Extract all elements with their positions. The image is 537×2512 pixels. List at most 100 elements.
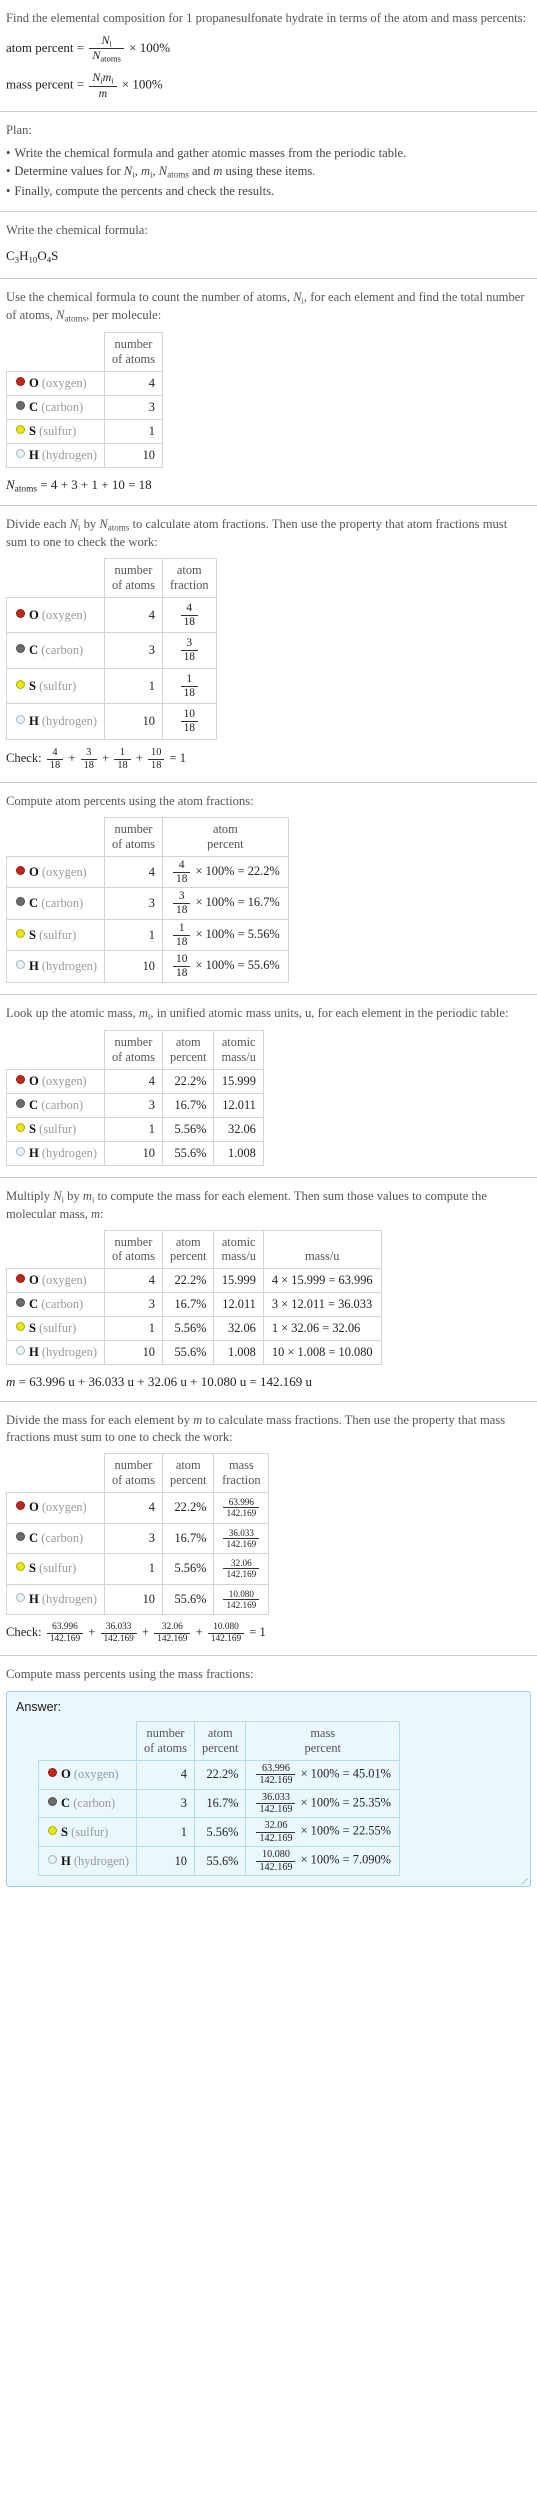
count-value-h: 10: [103, 1140, 164, 1166]
count-value-s: 1: [103, 1553, 164, 1585]
element-color-dot-s: [48, 1825, 57, 1835]
resize-handle-icon[interactable]: [520, 1877, 528, 1885]
molecular-mass-equation: m = 63.996 u + 36.033 u + 32.06 u + 10.0…: [6, 1374, 313, 1390]
element-color-dot-h: [16, 1146, 25, 1156]
header-mass-percent: mass percent: [245, 1721, 400, 1761]
element-cell-o: O (oxygen): [6, 370, 105, 396]
plan-bullet-1-text: Write the chemical formula and gather at…: [14, 146, 407, 161]
formula-instruction: Write the chemical formula:: [6, 223, 148, 238]
table-row: O (oxygen) 4 4 18 × 100% = 22.2%: [6, 855, 289, 889]
header-atom-percent: atom percent: [162, 817, 289, 857]
mass-fraction-check: Check: 63.996 142.169 + 36.033 142.169 + 3…: [6, 1622, 266, 1644]
element-cell-h: H (hydrogen): [6, 1340, 105, 1366]
element-cell-o: O (oxygen): [6, 1268, 105, 1294]
molecular-mass-value: = 63.996 u + 36.033 u + 32.06 u + 10.080…: [18, 1374, 313, 1390]
atom-percent-h: 55.6%: [161, 1140, 215, 1166]
element-cell-c: C (carbon): [6, 1292, 105, 1318]
atom-fraction-instruction: Divide each Ni by Natoms to calculate at…: [6, 517, 508, 550]
header-atomic-mass: atomic mass/u: [213, 1229, 264, 1270]
count-value-o: 4: [103, 370, 164, 396]
header-atom-percent: atom percent: [161, 1229, 215, 1270]
element-color-dot-h: [16, 448, 25, 458]
plan-bullet-2-pre: Determine values for: [14, 164, 124, 179]
count-instruction-c: , per molecule:: [86, 308, 162, 322]
element-cell-s: S (sulfur): [6, 667, 105, 705]
atom-percent-o: 22.2%: [193, 1759, 247, 1790]
element-cell-c: C (carbon): [6, 632, 105, 669]
atom-percent-o: 22.2%: [161, 1068, 215, 1094]
table-row: H (hydrogen) 10 10 18: [6, 703, 217, 740]
count-value-c: 3: [135, 1788, 196, 1819]
table-row: C (carbon) 3 16.7% 36.033 142.169: [6, 1522, 270, 1555]
mass-percent-expr-o: 63.996 142.169 × 100% = 45.01%: [245, 1759, 400, 1790]
answer-label: Answer:: [16, 1700, 62, 1715]
atom-fraction-s: 1 18: [162, 667, 217, 705]
mass-percent-expr-c: 36.033 142.169 × 100% = 25.35%: [245, 1788, 400, 1819]
element-cell-c: C (carbon): [6, 1522, 105, 1555]
header-atomic-mass: atomic mass/u: [213, 1029, 264, 1070]
atom-percent-expr-h: 10 18 × 100% = 55.6%: [162, 950, 289, 983]
table-row: S (sulfur) 1 1 18 × 100% = 5.56%: [6, 918, 289, 952]
table-header-row: number of atoms atom percent mass fraction: [7, 1453, 270, 1494]
table-row: C (carbon) 3 16.7% 12.011 3 × 12.011 = 3…: [6, 1292, 382, 1318]
atom-percent-definition: atom percent = Ni Natoms × 100%: [6, 33, 171, 64]
step-atom-fractions: Divide each Ni by Natoms to calculate at…: [0, 506, 537, 784]
header-mass-fraction: mass fraction: [213, 1453, 270, 1494]
atom-percent-s: 5.56%: [193, 1817, 247, 1848]
table-row: C (carbon) 3 16.7% 36.033 142.169 × 100% …: [38, 1788, 400, 1819]
count-value-h: 10: [135, 1846, 196, 1876]
atom-count-table: number of atoms O (oxygen) 4 C (carbon) …: [6, 331, 164, 468]
element-cell-h: H (hydrogen): [6, 1140, 105, 1166]
table-row: H (hydrogen) 10 10 18 × 100% = 55.6%: [6, 950, 289, 983]
count-value-s: 1: [135, 1817, 196, 1848]
mass-percent-instruction: Compute mass percents using the mass fra…: [6, 1667, 254, 1682]
step-atom-percents: Compute atom percents using the atom fra…: [0, 783, 537, 995]
table-header-row: number of atoms atom percent mass percent: [39, 1721, 400, 1761]
element-color-dot-s: [16, 1122, 25, 1132]
plan-title: Plan:: [6, 123, 32, 138]
count-value-o: 4: [103, 596, 164, 634]
element-cell-h: H (hydrogen): [6, 1583, 105, 1616]
header-number-of-atoms: number of atoms: [103, 1229, 164, 1270]
count-instruction: Use the chemical formula to count the nu…: [6, 290, 525, 324]
element-cell-h: H (hydrogen): [6, 442, 105, 468]
element-cell-c: C (carbon): [6, 887, 105, 920]
step-atomic-masses: Look up the atomic mass, mi, in unified …: [0, 995, 537, 1178]
table-row: H (hydrogen) 10 55.6% 10.080 142.169 × 10…: [38, 1846, 400, 1876]
count-value-c: 3: [103, 1292, 164, 1318]
element-color-dot-o: [16, 1074, 25, 1084]
element-cell-s: S (sulfur): [38, 1817, 137, 1848]
element-cell-h: H (hydrogen): [6, 950, 105, 983]
mass-fraction-instruction: Divide the mass for each element by m to…: [6, 1413, 506, 1445]
table-row: H (hydrogen) 10 55.6% 1.008 10 × 1.008 =…: [6, 1340, 382, 1366]
table-row: O (oxygen) 4: [6, 370, 164, 396]
element-color-dot-s: [16, 679, 25, 689]
step-chemical-formula: Write the chemical formula: C3H10O4S: [0, 212, 537, 280]
mass-fraction-table: number of atoms atom percent mass fraction …: [6, 1453, 270, 1616]
atom-percent-times100: × 100%: [129, 40, 171, 56]
table-row: S (sulfur) 1 5.56% 32.06 142.169 × 100% =…: [38, 1817, 400, 1848]
element-cell-h: H (hydrogen): [38, 1846, 137, 1876]
step-molecular-mass: Multiply Ni by mi to compute the mass fo…: [0, 1178, 537, 1403]
element-color-dot-o: [48, 1768, 57, 1778]
table-row: S (sulfur) 1 5.56% 32.06 142.169: [6, 1553, 270, 1585]
table-header-row: number of atoms atom percent atomic mass/u: [7, 1029, 264, 1070]
atom-percent-c: 16.7%: [161, 1522, 215, 1555]
problem-prompt: Find the elemental composition for 1 pro…: [6, 11, 527, 25]
atomic-mass-o: 15.999: [213, 1068, 264, 1094]
header-atom-percent: atom percent: [193, 1721, 247, 1761]
atom-fraction-table: number of atoms atom fraction O (oxygen) 4…: [6, 558, 217, 740]
atom-percent-expr-s: 1 18 × 100% = 5.56%: [162, 918, 289, 952]
total-atoms-value: = 4 + 3 + 1 + 10 = 18: [40, 476, 152, 492]
atom-percent-label: atom percent: [6, 40, 74, 56]
molecular-mass-table: number of atoms atom percent atomic mass/u …: [6, 1229, 382, 1366]
atom-percent-expr-c: 3 18 × 100% = 16.7%: [162, 887, 289, 920]
mass-fraction-h: 10.080 142.169: [213, 1583, 270, 1616]
atom-percent-s: 5.56%: [161, 1116, 215, 1142]
count-value-s: 1: [103, 418, 164, 444]
check-label: Check:: [6, 750, 42, 765]
header-blank: [7, 818, 105, 857]
step-count-atoms: Use the chemical formula to count the nu…: [0, 279, 537, 507]
atomic-mass-instruction: Look up the atomic mass, mi, in unified …: [6, 1005, 509, 1022]
element-cell-o: O (oxygen): [38, 1759, 137, 1790]
